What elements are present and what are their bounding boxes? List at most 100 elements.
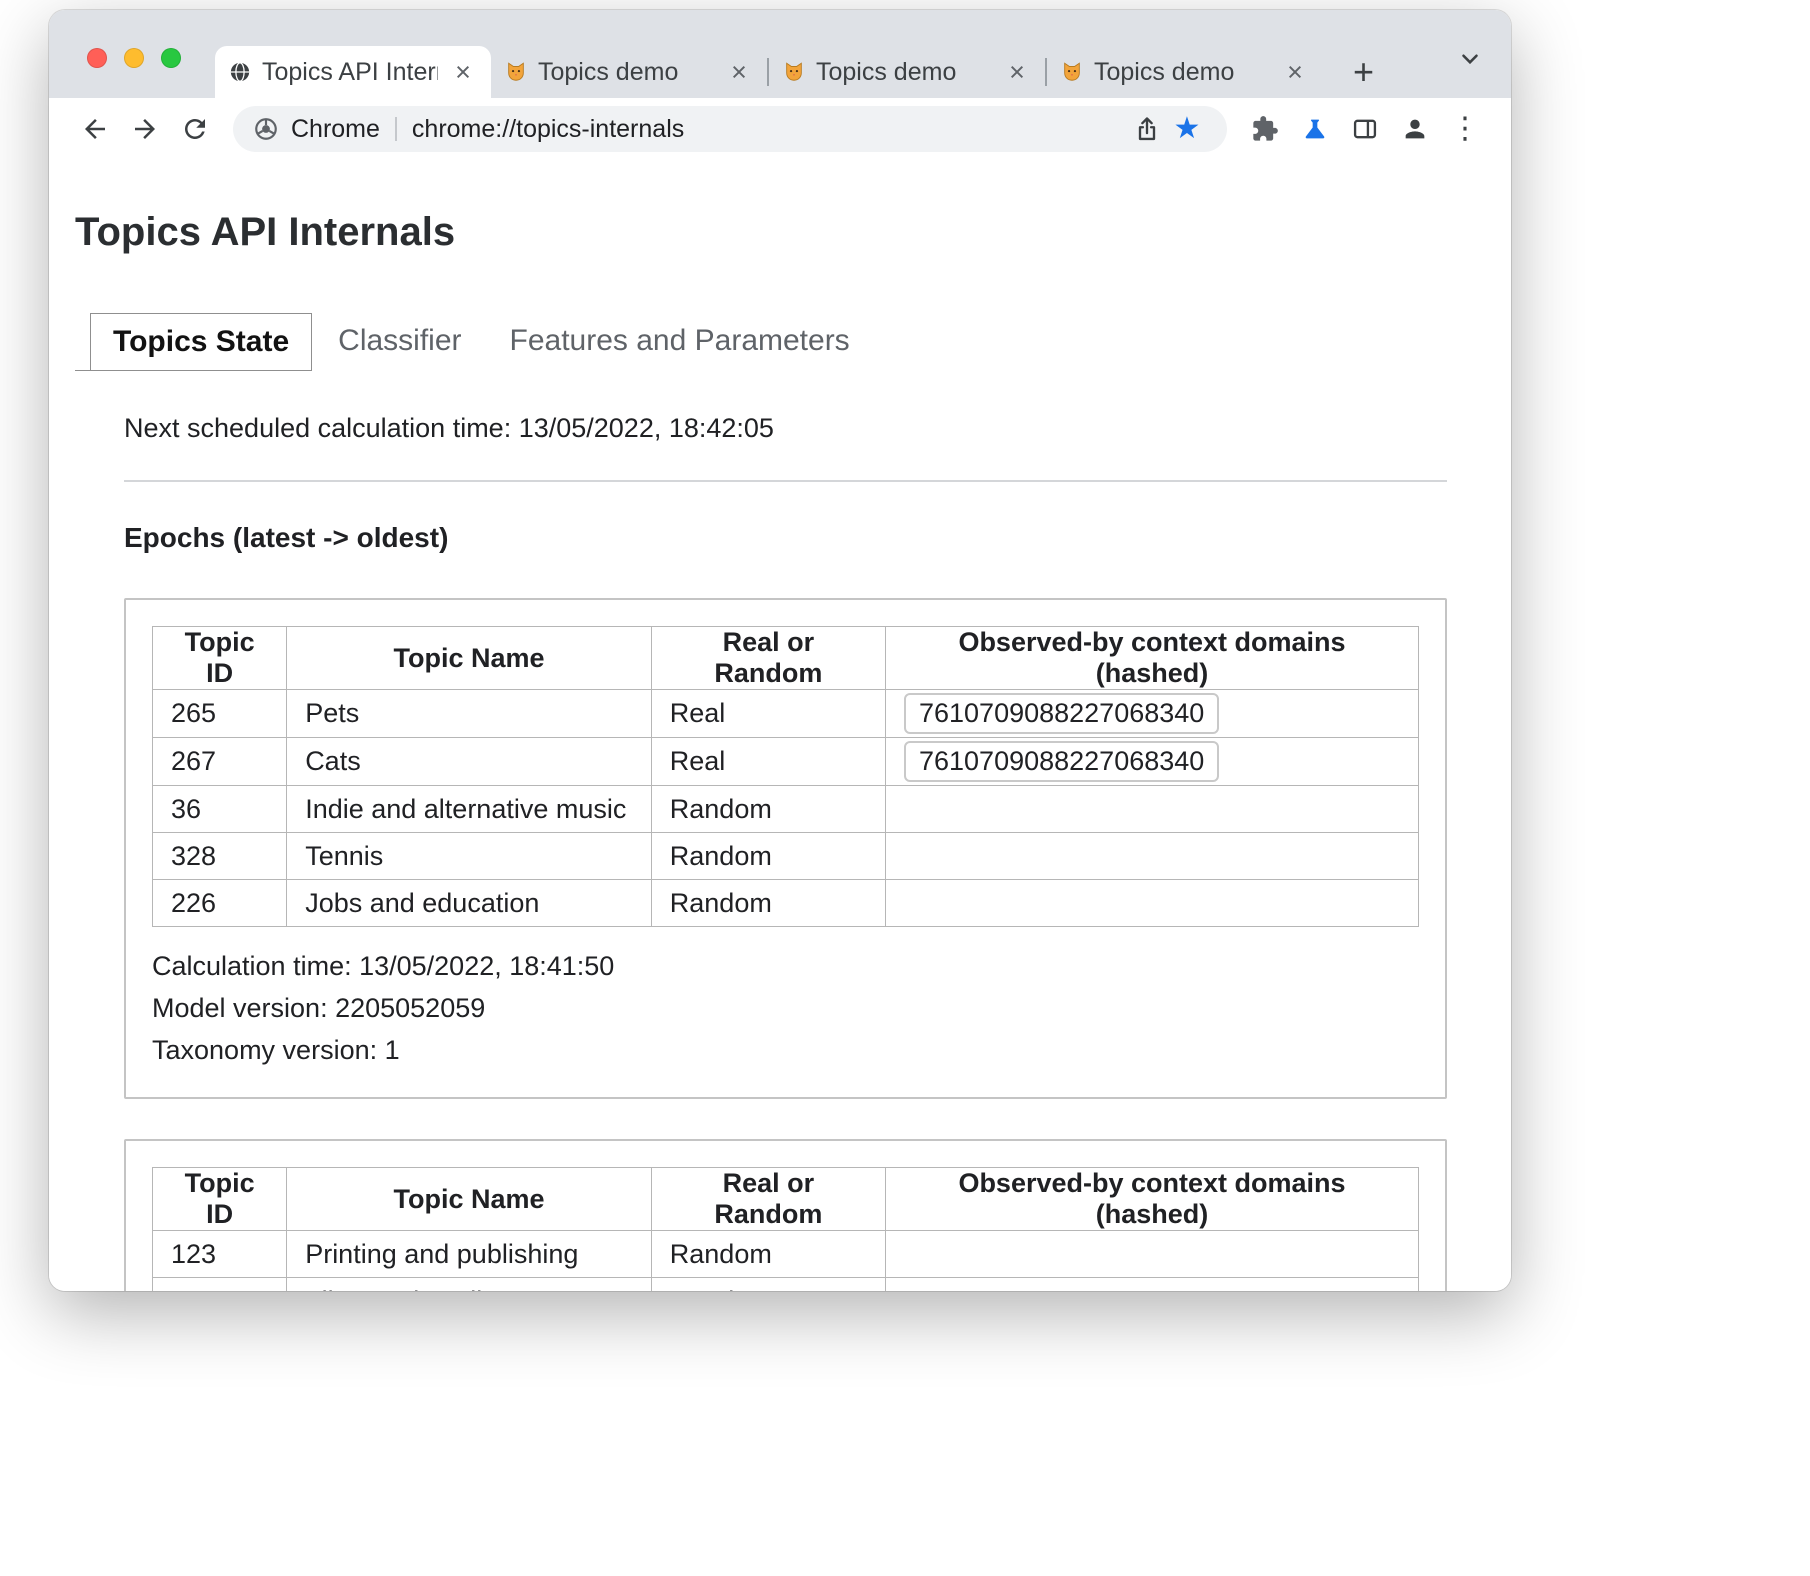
topic-id-cell: 123 bbox=[153, 1231, 287, 1278]
browser-tab-topics-demo-2[interactable]: Topics demo × bbox=[769, 46, 1045, 98]
page-content: Topics API Internals Topics State Classi… bbox=[49, 160, 1511, 1291]
browser-tab-topics-internals[interactable]: Topics API Intern × bbox=[215, 46, 491, 98]
hashed-domain-badge: 7610709088227068340 bbox=[904, 693, 1219, 734]
url-text: chrome://topics-internals bbox=[412, 115, 684, 144]
browser-tab-topics-demo-1[interactable]: Topics demo × bbox=[491, 46, 767, 98]
topics-state-panel: Next scheduled calculation time: 13/05/2… bbox=[124, 413, 1447, 1291]
real-or-random-cell: Random bbox=[651, 833, 885, 880]
tabs-container: Topics API Intern × Topics demo × bbox=[215, 10, 1384, 98]
column-header: Real or Random bbox=[651, 1168, 885, 1231]
topic-name-cell: Jobs and education bbox=[287, 880, 652, 927]
table-row: 226 Jobs and education Random bbox=[153, 880, 1419, 927]
cat-favicon-icon bbox=[1061, 61, 1083, 83]
zoom-window-button[interactable] bbox=[161, 48, 181, 68]
tab-title: Topics API Intern bbox=[262, 58, 438, 87]
column-header: Topic Name bbox=[287, 627, 652, 690]
browser-window: Topics API Intern × Topics demo × bbox=[49, 10, 1511, 1291]
tab-close-icon[interactable]: × bbox=[725, 57, 753, 88]
column-header: Topic ID bbox=[153, 627, 287, 690]
address-bar[interactable]: Chrome chrome://topics-internals ★ bbox=[233, 106, 1227, 152]
domains-cell bbox=[885, 786, 1418, 833]
real-or-random-cell: Random bbox=[651, 1231, 885, 1278]
model-version: Model version: 2205052059 bbox=[152, 987, 1419, 1029]
domains-cell bbox=[885, 833, 1418, 880]
extensions-puzzle-icon[interactable] bbox=[1243, 107, 1287, 151]
topic-id-cell: 328 bbox=[153, 833, 287, 880]
epoch-table-1: Topic ID Topic Name Real or Random Obser… bbox=[152, 626, 1419, 927]
next-calculation-time: Next scheduled calculation time: 13/05/2… bbox=[124, 413, 1447, 444]
browser-tab-topics-demo-3[interactable]: Topics demo × bbox=[1047, 46, 1323, 98]
table-header-row: Topic ID Topic Name Real or Random Obser… bbox=[153, 627, 1419, 690]
topic-name-cell: Fibre and textile arts bbox=[287, 1278, 652, 1292]
table-row: 265 Pets Real 7610709088227068340 bbox=[153, 690, 1419, 738]
topic-name-cell: Printing and publishing bbox=[287, 1231, 652, 1278]
domains-cell: 7610709088227068340 bbox=[885, 738, 1418, 786]
tab-close-icon[interactable]: × bbox=[449, 57, 477, 88]
real-or-random-cell: Real bbox=[651, 690, 885, 738]
forward-button[interactable] bbox=[123, 107, 167, 151]
epoch-box-1: Topic ID Topic Name Real or Random Obser… bbox=[124, 598, 1447, 1099]
cat-favicon-icon bbox=[505, 61, 527, 83]
domains-cell: 7610709088227068340 bbox=[885, 690, 1418, 738]
domains-cell bbox=[885, 1278, 1418, 1292]
column-header: Topic Name bbox=[287, 1168, 652, 1231]
traffic-lights bbox=[87, 48, 181, 68]
new-tab-button[interactable]: + bbox=[1343, 46, 1384, 98]
tab-strip: Topics API Intern × Topics demo × bbox=[49, 10, 1511, 98]
browser-menu-dots-icon[interactable]: ⋮ bbox=[1443, 107, 1487, 151]
topic-name-cell: Tennis bbox=[287, 833, 652, 880]
tab-title: Topics demo bbox=[538, 58, 714, 87]
topic-id-cell: 226 bbox=[153, 880, 287, 927]
real-or-random-cell: Random bbox=[651, 1278, 885, 1292]
tab-close-icon[interactable]: × bbox=[1281, 57, 1309, 88]
tab-list-chevron-down-icon[interactable] bbox=[1457, 46, 1483, 77]
table-row: 267 Cats Real 7610709088227068340 bbox=[153, 738, 1419, 786]
topic-id-cell: 200 bbox=[153, 1278, 287, 1292]
labs-flask-icon[interactable] bbox=[1293, 107, 1337, 151]
domains-cell bbox=[885, 1231, 1418, 1278]
page-title: Topics API Internals bbox=[75, 210, 1447, 255]
topic-id-cell: 36 bbox=[153, 786, 287, 833]
table-header-row: Topic ID Topic Name Real or Random Obser… bbox=[153, 1168, 1419, 1231]
topic-name-cell: Pets bbox=[287, 690, 652, 738]
side-panel-icon[interactable] bbox=[1343, 107, 1387, 151]
share-button[interactable] bbox=[1127, 109, 1167, 149]
epoch-meta: Calculation time: 13/05/2022, 18:41:50 M… bbox=[152, 945, 1419, 1071]
omnibox-separator bbox=[395, 117, 397, 141]
tab-topics-state[interactable]: Topics State bbox=[90, 313, 312, 371]
topic-name-cell: Indie and alternative music bbox=[287, 786, 652, 833]
real-or-random-cell: Real bbox=[651, 738, 885, 786]
globe-favicon-icon bbox=[229, 61, 251, 83]
back-button[interactable] bbox=[73, 107, 117, 151]
column-header: Observed-by context domains (hashed) bbox=[885, 627, 1418, 690]
bookmark-star-icon[interactable]: ★ bbox=[1167, 109, 1207, 149]
column-header: Real or Random bbox=[651, 627, 885, 690]
minimize-window-button[interactable] bbox=[124, 48, 144, 68]
tab-features-and-parameters[interactable]: Features and Parameters bbox=[488, 313, 872, 371]
hashed-domain-badge: 7610709088227068340 bbox=[904, 741, 1219, 782]
topic-name-cell: Cats bbox=[287, 738, 652, 786]
taxonomy-version: Taxonomy version: 1 bbox=[152, 1029, 1419, 1071]
tab-classifier[interactable]: Classifier bbox=[316, 313, 483, 371]
column-header: Observed-by context domains (hashed) bbox=[885, 1168, 1418, 1231]
tab-title: Topics demo bbox=[816, 58, 992, 87]
epochs-heading: Epochs (latest -> oldest) bbox=[124, 522, 1447, 554]
tab-close-icon[interactable]: × bbox=[1003, 57, 1031, 88]
page-tab-bar: Topics State Classifier Features and Par… bbox=[90, 313, 1447, 371]
close-window-button[interactable] bbox=[87, 48, 107, 68]
table-row: 200 Fibre and textile arts Random bbox=[153, 1278, 1419, 1292]
epoch-table-2: Topic ID Topic Name Real or Random Obser… bbox=[152, 1167, 1419, 1291]
domains-cell bbox=[885, 880, 1418, 927]
reload-button[interactable] bbox=[173, 107, 217, 151]
epoch-box-2: Topic ID Topic Name Real or Random Obser… bbox=[124, 1139, 1447, 1291]
topic-id-cell: 265 bbox=[153, 690, 287, 738]
cat-favicon-icon bbox=[783, 61, 805, 83]
calculation-time: Calculation time: 13/05/2022, 18:41:50 bbox=[152, 945, 1419, 987]
column-header: Topic ID bbox=[153, 1168, 287, 1231]
profile-avatar-icon[interactable] bbox=[1393, 107, 1437, 151]
table-row: 328 Tennis Random bbox=[153, 833, 1419, 880]
real-or-random-cell: Random bbox=[651, 880, 885, 927]
tab-title: Topics demo bbox=[1094, 58, 1270, 87]
chrome-page-icon bbox=[253, 116, 279, 142]
table-row: 123 Printing and publishing Random bbox=[153, 1231, 1419, 1278]
